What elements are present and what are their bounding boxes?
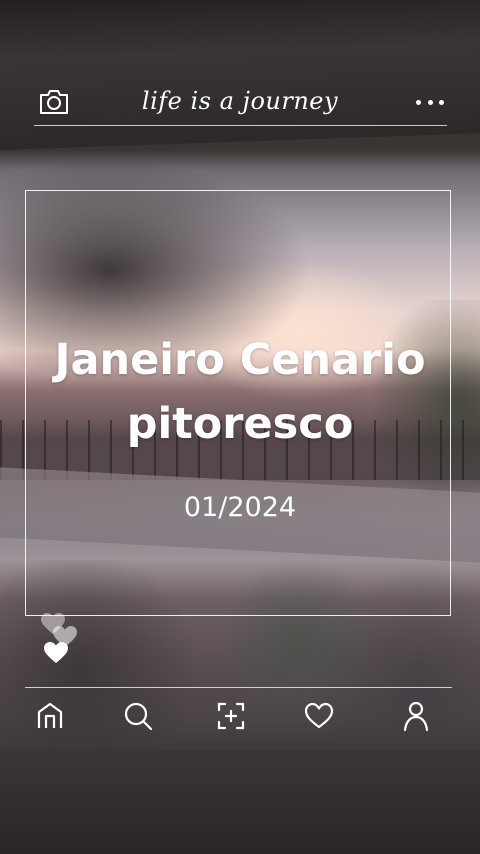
card-date: 01/2024 bbox=[183, 492, 297, 523]
more-dots-icon bbox=[416, 99, 421, 105]
app-title: life is a journey bbox=[141, 87, 339, 115]
home-icon bbox=[37, 702, 63, 728]
add-icon bbox=[217, 702, 245, 730]
heart-icon bbox=[304, 702, 334, 729]
heart-icon[interactable] bbox=[43, 641, 69, 665]
nav-search-button[interactable] bbox=[120, 698, 156, 734]
bottom-nav bbox=[20, 698, 460, 734]
camera-icon bbox=[40, 90, 68, 114]
background-bottom-shade bbox=[0, 750, 480, 854]
more-dot bbox=[427, 99, 433, 105]
profile-icon bbox=[403, 701, 429, 732]
nav-profile-button[interactable] bbox=[398, 698, 434, 734]
header-bar: life is a journey bbox=[34, 82, 446, 122]
nav-divider bbox=[25, 687, 452, 688]
nav-likes-button[interactable] bbox=[301, 698, 337, 734]
screen: life is a journey Janeiro Cenario pitore… bbox=[0, 0, 480, 854]
header-divider bbox=[34, 125, 447, 126]
more-options-button[interactable] bbox=[416, 90, 444, 114]
background-top-shade bbox=[0, 0, 480, 150]
card-headline: Janeiro Cenario pitoresco bbox=[54, 335, 426, 449]
more-dot bbox=[439, 99, 444, 105]
search-icon bbox=[124, 702, 153, 731]
nav-home-button[interactable] bbox=[32, 698, 68, 734]
camera-button[interactable] bbox=[38, 88, 70, 116]
nav-add-button[interactable] bbox=[213, 698, 249, 734]
